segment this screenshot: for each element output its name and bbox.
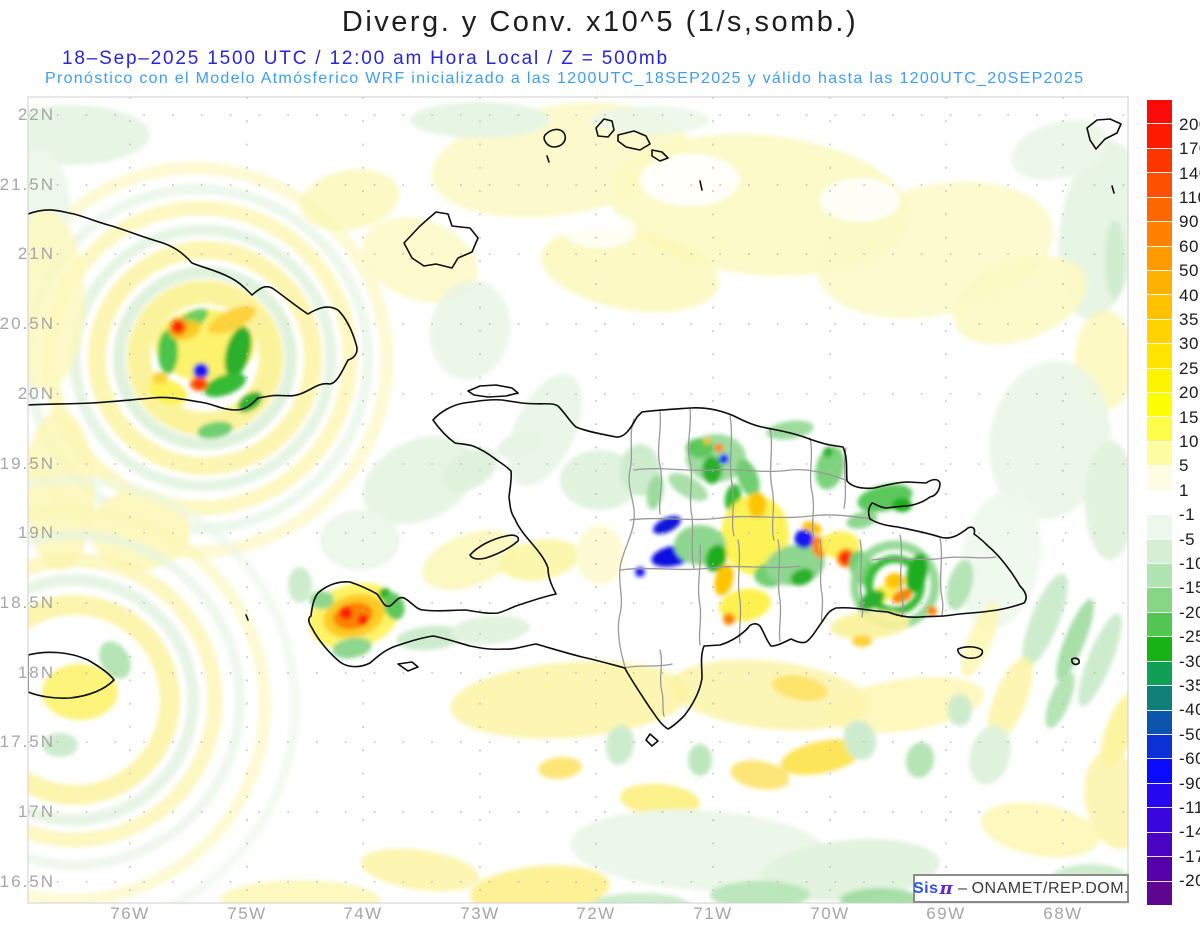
- lon-tick-label: 71W: [693, 904, 733, 923]
- colorbar-tick-label: -30: [1179, 651, 1200, 671]
- lat-tick-label: 18.5N: [0, 593, 55, 612]
- lon-tick-label: 70W: [810, 904, 850, 923]
- colorbar-tick-label: 1: [1179, 480, 1189, 500]
- colorbar-segment: [1147, 880, 1172, 905]
- colorbar-tick-label: 110: [1179, 188, 1200, 208]
- colorbar-tick-label: -60: [1179, 749, 1200, 769]
- colorbar-tick-label: -90: [1179, 773, 1200, 793]
- colorbar-segment: [1147, 440, 1172, 466]
- colorbar-segment: [1147, 172, 1172, 197]
- colorbar-segment: [1147, 294, 1172, 319]
- colorbar-segment: [1147, 685, 1172, 710]
- lat-tick-label: 19.5N: [0, 454, 55, 473]
- forecast-map-page: Diverg. y Conv. x10^5 (1/s,somb.) 18–Sep…: [0, 0, 1200, 927]
- colorbar-segment: [1147, 245, 1172, 270]
- sispi-brand: Sis: [912, 879, 939, 897]
- colorbar-tick-label: -170: [1179, 846, 1200, 866]
- colorbar-segment: [1147, 489, 1172, 515]
- lat-tick-label: 17N: [17, 802, 55, 821]
- lon-tick-label: 68W: [1043, 904, 1083, 923]
- attribution-box: Sis π – ONAMET/REP.DOM.: [913, 874, 1129, 903]
- colorbar-tick-label: -110: [1179, 797, 1200, 817]
- colorbar-tick-label: 200: [1179, 114, 1200, 134]
- colorbar-tick-label: 90: [1179, 212, 1199, 232]
- colorbar-segment: [1147, 660, 1172, 686]
- colorbar-segment: [1147, 100, 1172, 124]
- lon-tick-label: 76W: [110, 904, 150, 923]
- colorbar-segment: [1147, 343, 1172, 368]
- map-canvas: [27, 96, 1129, 904]
- colorbar-tick-label: 25: [1179, 358, 1199, 378]
- colorbar-segment: [1147, 563, 1172, 588]
- colorbar-segment: [1147, 123, 1172, 148]
- lon-tick-label: 75W: [227, 904, 267, 923]
- colorbar-segment: [1147, 318, 1172, 344]
- colorbar-segment: [1147, 196, 1172, 222]
- colorbar: [1147, 100, 1172, 905]
- colorbar-segment: [1147, 367, 1172, 393]
- lat-tick-label: 19N: [17, 523, 55, 542]
- lat-tick-label: 18N: [17, 663, 55, 682]
- lat-tick-label: 20.5N: [0, 314, 55, 333]
- colorbar-segment: [1147, 587, 1172, 612]
- colorbar-tick-label: 20: [1179, 383, 1199, 403]
- colorbar-tick-label: 140: [1179, 163, 1200, 183]
- colorbar-segment: [1147, 221, 1172, 246]
- colorbar-tick-label: -40: [1179, 700, 1200, 720]
- colorbar-segment: [1147, 416, 1172, 441]
- colorbar-tick-label: -140: [1179, 822, 1200, 842]
- colorbar-tick-label: -200: [1179, 871, 1200, 891]
- colorbar-tick-label: -10: [1179, 553, 1200, 573]
- colorbar-tick-label: -5: [1179, 529, 1196, 549]
- lon-tick-label: 73W: [460, 904, 500, 923]
- colorbar-tick-label: -50: [1179, 724, 1200, 744]
- beata-island: [645, 733, 659, 747]
- lat-tick-label: 21N: [17, 244, 55, 263]
- colorbar-segment: [1147, 733, 1172, 759]
- colorbar-segment: [1147, 269, 1172, 295]
- colorbar-segment: [1147, 147, 1172, 173]
- colorbar-segment: [1147, 392, 1172, 417]
- colorbar-segment: [1147, 856, 1172, 881]
- lat-tick-label: 17.5N: [0, 732, 55, 751]
- colorbar-tick-label: -1: [1179, 505, 1196, 525]
- lon-tick-label: 74W: [343, 904, 383, 923]
- lat-tick-label: 16.5N: [0, 872, 55, 891]
- colorbar-segment: [1147, 758, 1172, 783]
- colorbar-segment: [1147, 807, 1172, 832]
- colorbar-segment: [1147, 514, 1172, 539]
- colorbar-segment: [1147, 611, 1172, 637]
- colorbar-tick-label: 5: [1179, 456, 1189, 476]
- colorbar-tick-label: 35: [1179, 310, 1199, 330]
- lon-tick-label: 69W: [926, 904, 966, 923]
- colorbar-tick-label: 170: [1179, 139, 1200, 159]
- colorbar-tick-label: 30: [1179, 334, 1199, 354]
- divergence-field: [28, 102, 1128, 903]
- lon-tick-label: 72W: [576, 904, 616, 923]
- colorbar-segment: [1147, 538, 1172, 564]
- colorbar-tick-label: -35: [1179, 675, 1200, 695]
- colorbar-tick-label: 50: [1179, 261, 1199, 281]
- colorbar-segment: [1147, 782, 1172, 808]
- colorbar-segment: [1147, 636, 1172, 661]
- colorbar-tick-label: 40: [1179, 285, 1199, 305]
- colorbar-tick-label: 60: [1179, 236, 1199, 256]
- tortue-island: [467, 384, 519, 398]
- lat-tick-label: 20N: [17, 384, 55, 403]
- colorbar-segment: [1147, 709, 1172, 734]
- colorbar-tick-label: -25: [1179, 627, 1200, 647]
- lat-tick-label: 22N: [17, 105, 55, 124]
- colorbar-tick-label: -20: [1179, 602, 1200, 622]
- colorbar-segment: [1147, 465, 1172, 490]
- colorbar-tick-label: 15: [1179, 407, 1199, 427]
- lat-tick-label: 21.5N: [0, 175, 55, 194]
- attribution-org: ONAMET/REP.DOM.: [971, 879, 1130, 897]
- pi-symbol: π: [939, 878, 954, 899]
- colorbar-segment: [1147, 831, 1172, 857]
- colorbar-tick-label: 10: [1179, 432, 1199, 451]
- ile-a-vache: [397, 661, 419, 672]
- colorbar-tick-label: -15: [1179, 578, 1200, 598]
- attribution-separator: –: [958, 879, 968, 897]
